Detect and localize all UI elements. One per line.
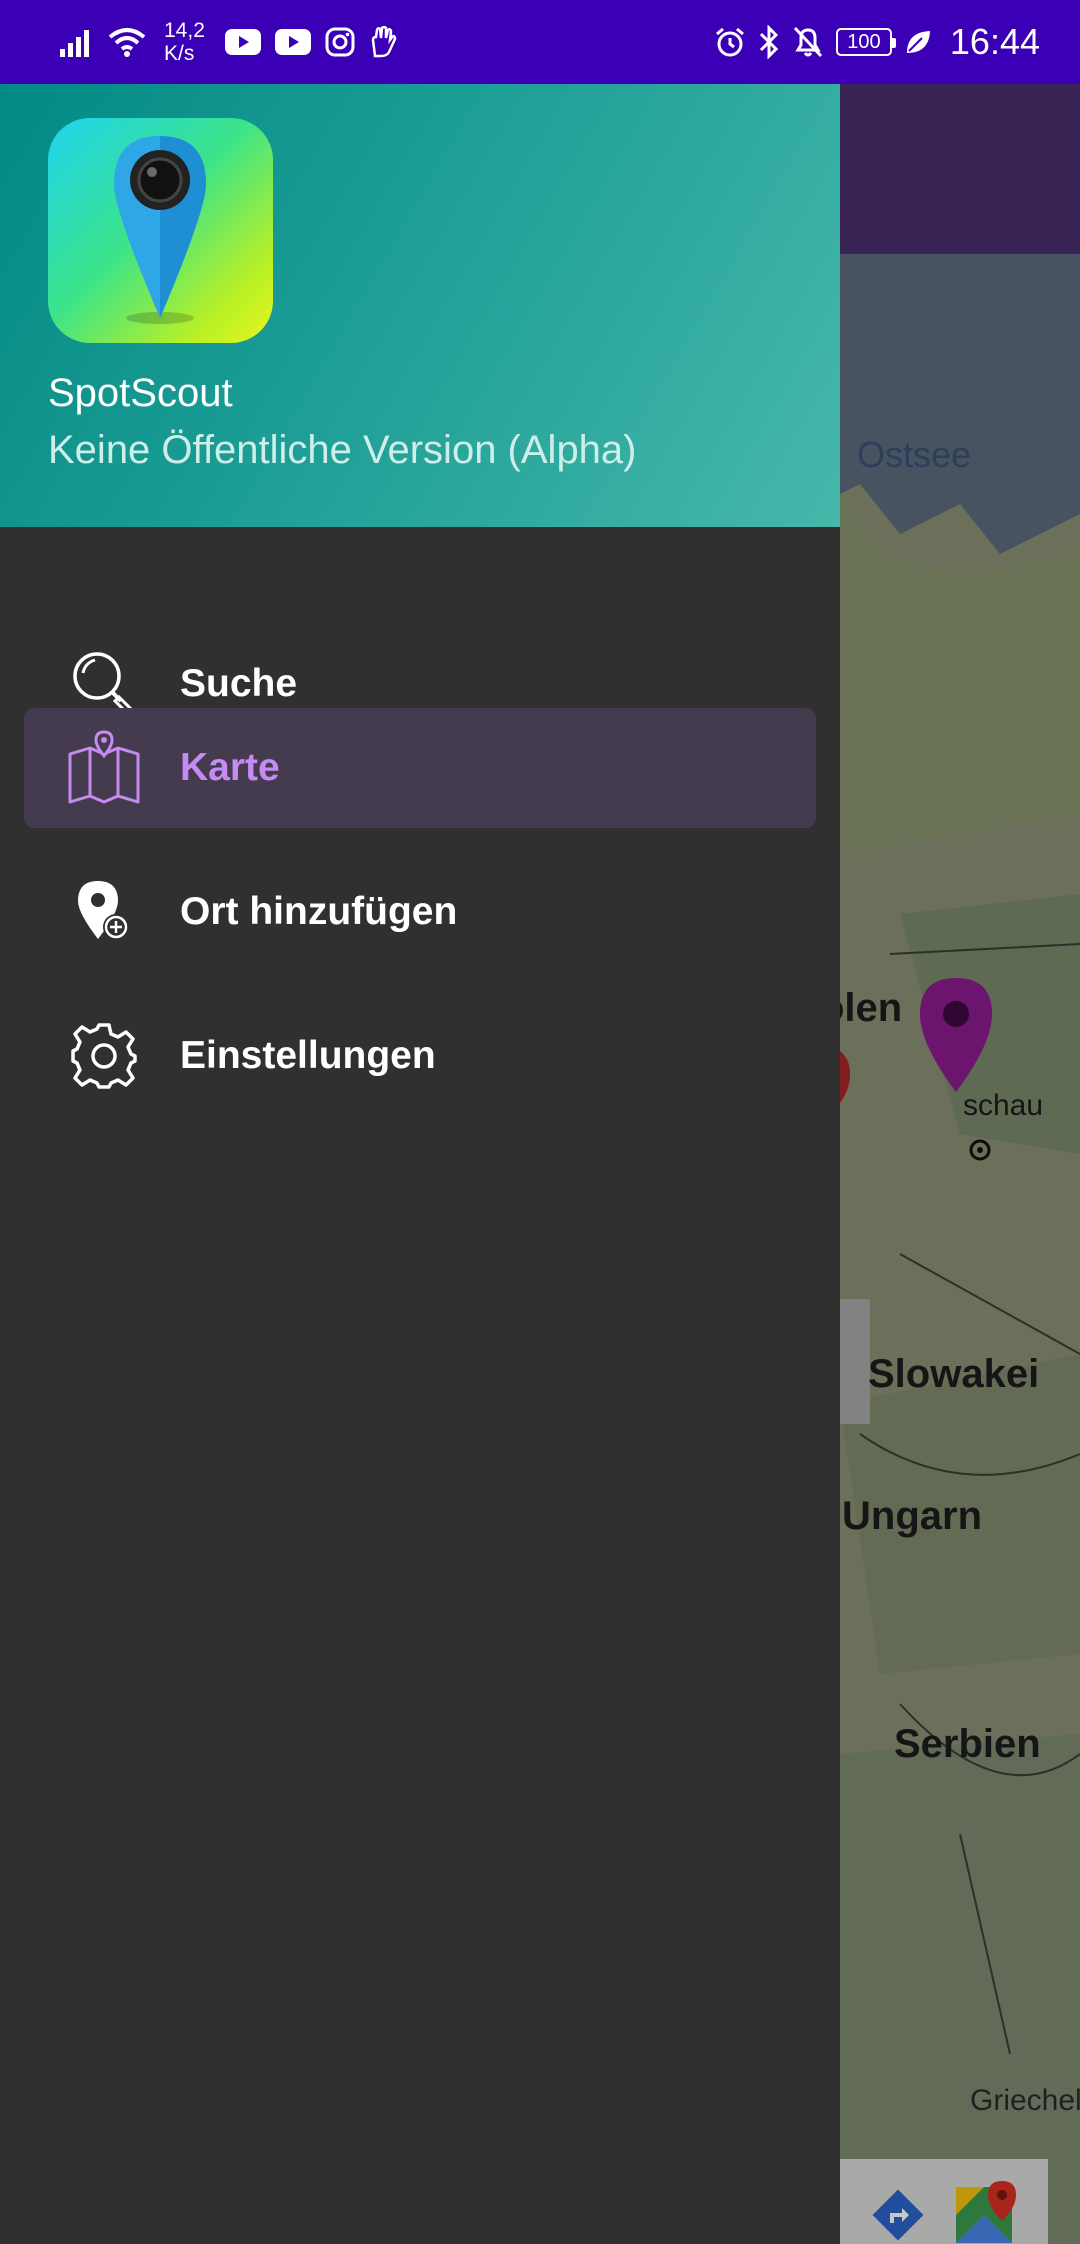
map-icon (64, 728, 144, 808)
gear-icon (64, 1016, 144, 1096)
status-bar-right: 100 16:44 (714, 21, 1040, 63)
youtube-icon (224, 29, 261, 55)
status-bar-left: 14,2 K/s (60, 19, 397, 65)
add-location-icon (64, 872, 144, 952)
navigation-drawer: SpotScout Keine Öffentliche Version (Alp… (0, 84, 840, 2244)
nav-item-label: Suche (180, 662, 298, 705)
notifications-off-icon (793, 26, 823, 58)
network-speed: 14,2 K/s (164, 19, 205, 65)
leaf-icon (906, 31, 930, 53)
bluetooth-icon (759, 25, 779, 59)
wifi-icon (108, 28, 146, 57)
nav-item-ort-hinzufuegen[interactable]: Ort hinzufügen (24, 852, 816, 972)
status-bar: 14,2 K/s 100 16:44 (0, 0, 1080, 84)
network-speed-value: 14,2 (164, 19, 205, 42)
youtube-icon-2 (274, 29, 311, 55)
app-version-subtitle: Keine Öffentliche Version (Alpha) (48, 428, 637, 472)
nav-item-label: Karte (180, 746, 280, 789)
network-speed-unit: K/s (164, 42, 195, 65)
app-logo (48, 118, 273, 343)
nav-item-label: Einstellungen (180, 1034, 436, 1077)
clock: 16:44 (949, 21, 1040, 62)
instagram-icon (325, 27, 355, 57)
app-name: SpotScout (48, 371, 233, 415)
battery-indicator: 100 (835, 28, 896, 56)
signal-icon (60, 30, 89, 57)
battery-level: 100 (847, 30, 881, 53)
alarm-icon (715, 27, 744, 57)
nav-item-karte[interactable]: Karte (24, 708, 816, 828)
gesture-hand-icon (371, 26, 397, 58)
nav-item-label: Ort hinzufügen (180, 890, 458, 933)
drawer-header: SpotScout Keine Öffentliche Version (Alp… (0, 84, 840, 527)
nav-item-einstellungen[interactable]: Einstellungen (24, 996, 816, 1116)
location-camera-icon (114, 136, 206, 324)
